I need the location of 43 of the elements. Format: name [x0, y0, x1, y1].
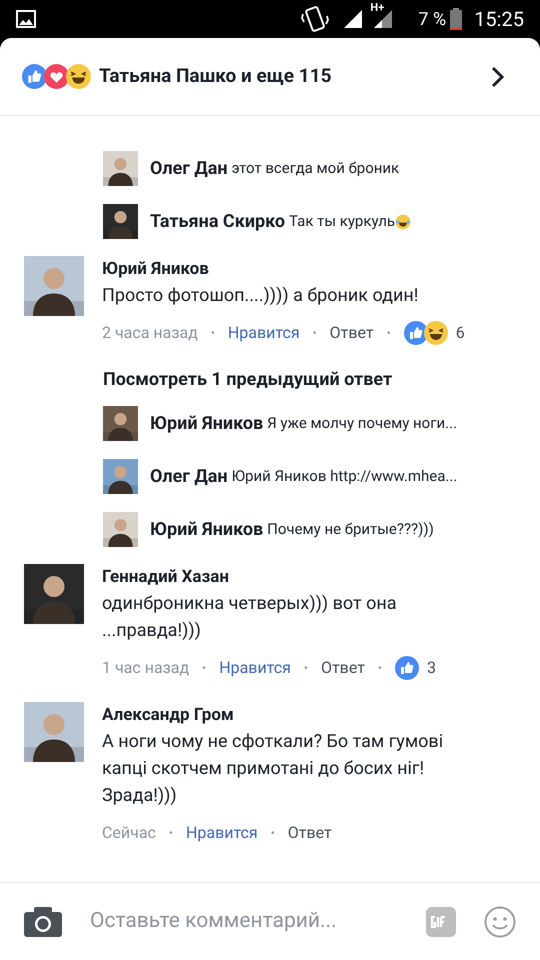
- vibrate-icon: [300, 4, 330, 34]
- like-link[interactable]: Нравится: [228, 321, 300, 345]
- separator-dot: •: [304, 660, 308, 677]
- view-previous-replies-link[interactable]: Посмотреть 1 предыдущий ответ: [103, 367, 392, 393]
- like-link[interactable]: Нравится: [186, 821, 258, 845]
- author-name: Александр Гром: [102, 704, 235, 727]
- separator-dot: •: [386, 325, 391, 342]
- comment-text: одинброникна четверых))) вот она ...правда!))): [102, 592, 398, 643]
- comment-text: Просто фотошоп....)))) а броник один!: [102, 284, 420, 308]
- reaction-count: 6: [456, 322, 465, 344]
- reply-text: Олег Дан Юрий Яников http://www.mhea...: [150, 465, 458, 489]
- author-name: Геннадий Хазан: [102, 566, 230, 589]
- reply-text: Олег Дан этот всегда мой броник: [150, 157, 400, 181]
- like-link[interactable]: Нравится: [219, 656, 291, 680]
- comment-text: А ноги чому не сфоткали? Бо там гумові капці скотчем примотані до босих ніг! Зрада!))): [102, 730, 444, 808]
- network-type: H+: [370, 2, 384, 13]
- separator-dot: •: [168, 825, 173, 842]
- timestamp: 1 час назад: [102, 657, 190, 679]
- separator-dot: •: [210, 325, 215, 342]
- chevron-right-icon[interactable]: [490, 66, 504, 88]
- reply-text: Юрий Яников Я уже молчу почему ноги...: [150, 412, 458, 436]
- separator-dot: •: [202, 660, 206, 677]
- reply-link[interactable]: Ответ: [330, 321, 374, 345]
- reply-link[interactable]: Ответ: [288, 821, 332, 845]
- reactions-summary[interactable]: Татьяна Пашко и еще 115: [99, 62, 332, 91]
- battery-percent: 7 %: [418, 8, 446, 32]
- emoji-icon[interactable]: [484, 906, 516, 938]
- camera-icon[interactable]: [24, 906, 62, 936]
- timestamp: 2 часа назад: [102, 322, 198, 344]
- separator-dot: •: [378, 660, 382, 677]
- comment-input[interactable]: Оставьте комментарий...: [90, 906, 398, 938]
- reply-text: Юрий Яников Почему не бритые???))): [150, 518, 434, 542]
- image-icon: [16, 10, 36, 28]
- author-name: Юрий Яников: [102, 258, 210, 281]
- clock: 15:25: [474, 6, 524, 33]
- reply-text: Татьяна Скирко Так ты куркуль: [150, 208, 412, 235]
- separator-dot: •: [270, 825, 275, 842]
- battery-icon: [450, 8, 462, 30]
- signal-icon: [342, 8, 364, 30]
- separator-dot: •: [312, 325, 317, 342]
- reaction-count: 3: [426, 657, 436, 679]
- timestamp: Сейчас: [102, 822, 156, 844]
- reply-link[interactable]: Ответ: [320, 656, 365, 680]
